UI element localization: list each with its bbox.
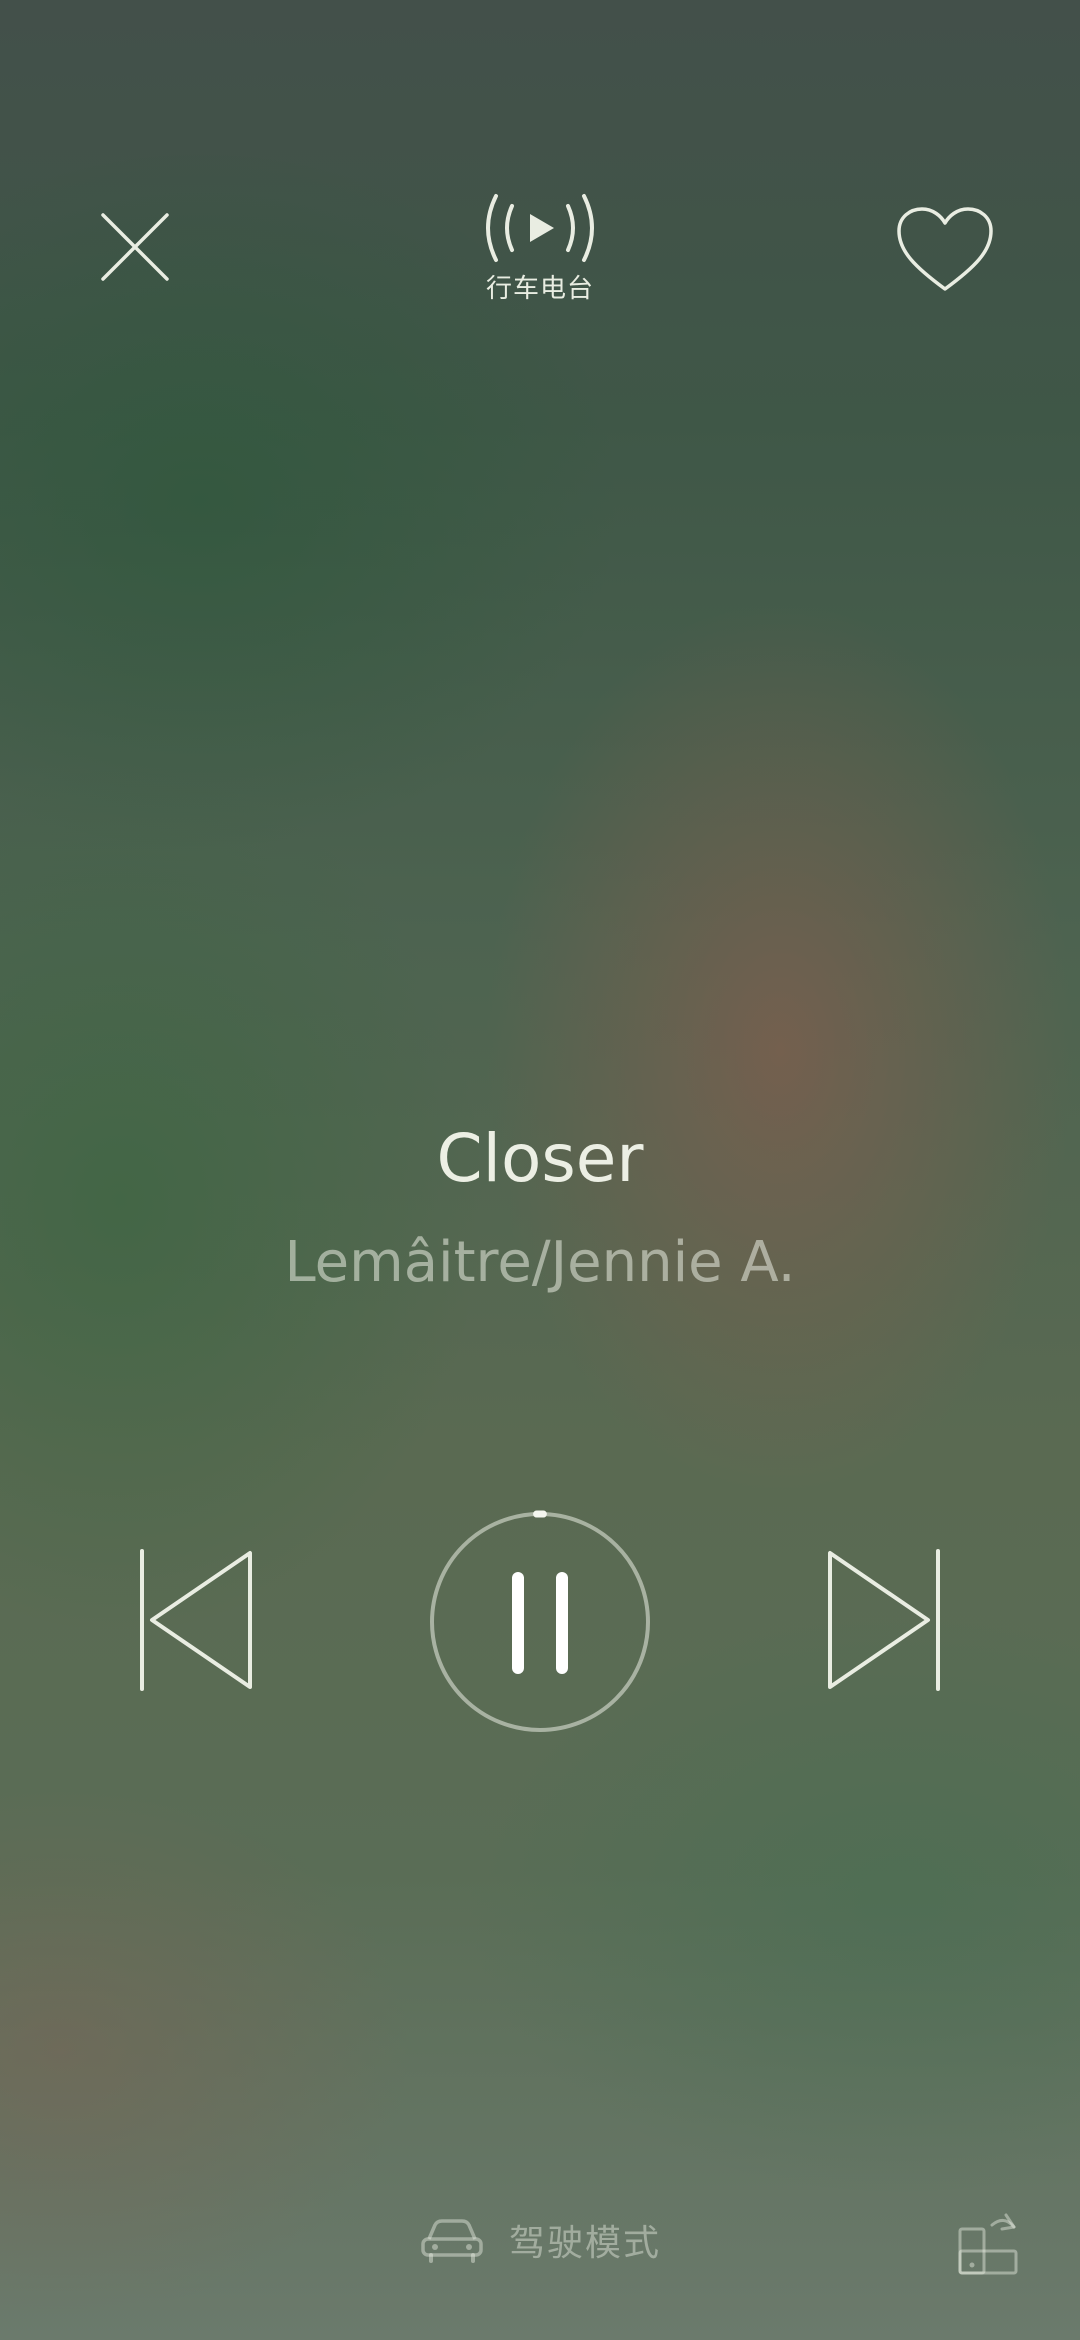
- car-icon: [421, 2219, 483, 2263]
- favorite-button[interactable]: [890, 200, 1000, 300]
- progress-ring: [428, 1510, 652, 1734]
- drive-mode-button[interactable]: 驾驶模式: [0, 2210, 1080, 2270]
- previous-track-button[interactable]: [120, 1545, 270, 1695]
- broadcast-play-icon: [486, 194, 594, 262]
- play-pause-button[interactable]: [428, 1510, 652, 1734]
- drive-mode-label: 驾驶模式: [508, 2223, 661, 2264]
- skip-previous-icon: [140, 1549, 252, 1691]
- device-switch-button[interactable]: [952, 2208, 1024, 2280]
- close-icon: [101, 213, 169, 281]
- song-artist: Lemâitre/Jennie A.: [284, 1230, 796, 1295]
- skip-next-icon: [828, 1549, 940, 1691]
- car-radio-button[interactable]: 行车电台: [460, 190, 620, 310]
- song-title: Closer: [436, 1120, 644, 1197]
- close-button[interactable]: [88, 200, 182, 294]
- heart-outline-icon: [897, 207, 993, 291]
- pause-icon: [512, 1572, 568, 1674]
- next-track-button[interactable]: [810, 1545, 960, 1695]
- car-radio-label: 行车电台: [485, 274, 594, 304]
- device-switch-icon: [958, 2213, 1018, 2275]
